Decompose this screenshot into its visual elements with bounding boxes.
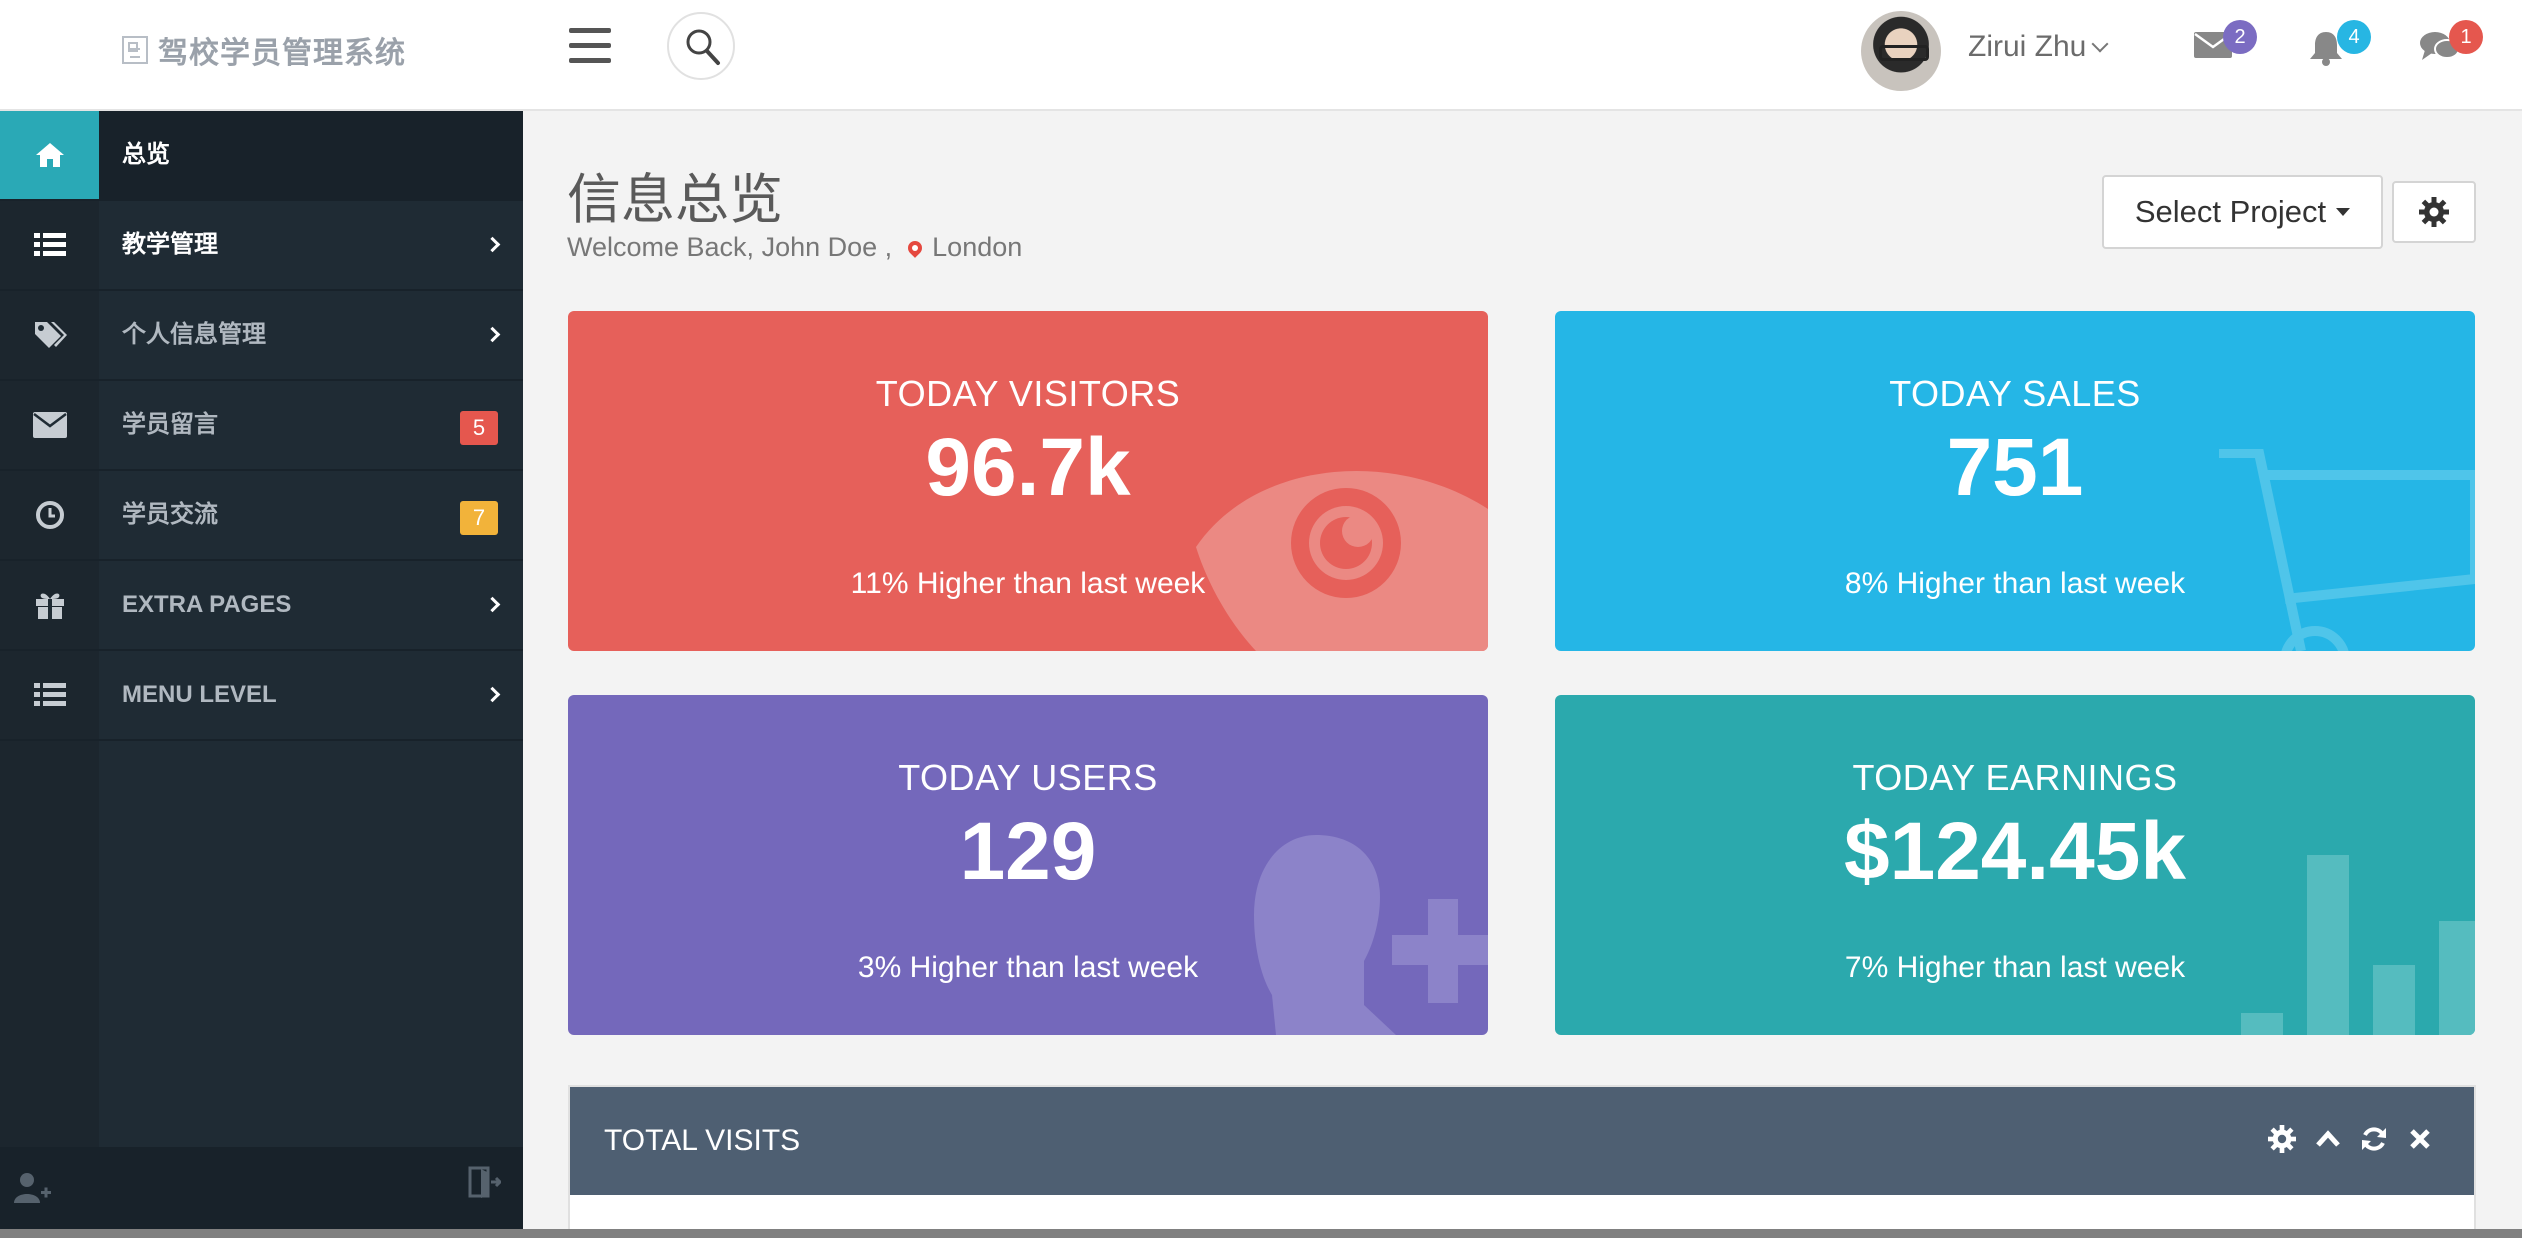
sidebar: 总览 教学管理 个人信息管理 学员留言 5 学员交流 7 EXTRA PAGES — [0, 111, 523, 1229]
messages-button[interactable]: 2 — [2193, 20, 2257, 70]
chat-button[interactable]: 1 — [2419, 20, 2483, 70]
chevron-right-icon — [484, 686, 501, 703]
stat-card-earnings[interactable]: TODAY EARNINGS $124.45k 7% Higher than l… — [1555, 695, 2475, 1035]
stat-trend: 11% Higher than last week — [850, 567, 1206, 600]
list-icon — [33, 683, 66, 706]
select-project-label: Select Project — [2134, 194, 2327, 229]
search-icon — [686, 29, 720, 65]
stat-trend: 3% Higher than last week — [857, 951, 1199, 984]
sidebar-footer — [0, 1147, 523, 1229]
panel-title: TOTAL VISITS — [604, 1124, 801, 1157]
sidebar-item-label: 总览 — [122, 141, 170, 168]
sidebar-item-profile[interactable]: 个人信息管理 — [0, 291, 523, 381]
stat-trend: 8% Higher than last week — [1844, 567, 2186, 600]
location-text: London — [932, 232, 1023, 262]
stat-title: TODAY USERS — [898, 757, 1158, 798]
map-marker-icon — [905, 237, 926, 258]
total-visits-panel: TOTAL VISITS — [568, 1085, 2476, 1238]
horizontal-scrollbar[interactable] — [0, 1229, 2522, 1238]
user-menu[interactable]: Zirui Zhu — [1968, 30, 2109, 64]
gear-icon — [2419, 197, 2449, 227]
search-button[interactable] — [667, 12, 735, 80]
bell-count-badge: 4 — [2337, 20, 2371, 54]
sidebar-item-label: 教学管理 — [122, 231, 218, 258]
chevron-right-icon — [484, 326, 501, 343]
chevron-up-icon[interactable] — [2314, 1125, 2342, 1153]
stat-title: TODAY VISITORS — [875, 373, 1181, 414]
panel-header: TOTAL VISITS — [570, 1087, 2474, 1195]
stat-title: TODAY SALES — [1889, 373, 2141, 414]
unread-count-badge: 5 — [460, 411, 498, 445]
sidebar-item-messages[interactable]: 学员留言 5 — [0, 381, 523, 471]
sidebar-item-label: 学员交流 — [122, 501, 218, 528]
sidebar-item-exchange[interactable]: 学员交流 7 — [0, 471, 523, 561]
chevron-right-icon — [484, 236, 501, 253]
clock-icon — [35, 501, 64, 529]
sidebar-item-label: 个人信息管理 — [122, 321, 266, 348]
add-user-icon[interactable] — [14, 1171, 52, 1205]
stat-value: 129 — [959, 806, 1097, 897]
sidebar-item-label: 学员留言 — [122, 411, 218, 438]
stat-card-visitors[interactable]: TODAY VISITORS 96.7k 11% Higher than las… — [568, 311, 1488, 651]
stat-value: 96.7k — [925, 422, 1131, 513]
avatar[interactable] — [1861, 11, 1941, 91]
refresh-icon[interactable] — [2360, 1125, 2388, 1153]
sidebar-item-extra-pages[interactable]: EXTRA PAGES — [0, 561, 523, 651]
envelope-icon — [32, 412, 67, 438]
page-title: 信息总览 — [567, 170, 783, 230]
settings-button[interactable] — [2392, 181, 2476, 243]
stat-trend: 7% Higher than last week — [1844, 951, 2186, 984]
panel-tools — [2268, 1125, 2434, 1153]
notifications-button[interactable]: 4 — [2307, 20, 2371, 70]
sidebar-item-label: EXTRA PAGES — [122, 591, 292, 618]
brand-title: 驾校学员管理系统 — [158, 37, 406, 70]
select-project-dropdown[interactable]: Select Project — [2102, 175, 2383, 249]
mail-count-badge: 2 — [2223, 20, 2257, 54]
count-badge: 7 — [460, 501, 498, 535]
sidebar-item-teaching[interactable]: 教学管理 — [0, 201, 523, 291]
list-icon — [33, 233, 66, 256]
sidebar-item-menu-level[interactable]: MENU LEVEL — [0, 651, 523, 741]
stat-value: 751 — [1946, 422, 2084, 513]
gift-icon — [35, 593, 64, 619]
logout-icon[interactable] — [467, 1165, 501, 1199]
home-icon — [35, 143, 64, 167]
caret-down-icon — [2336, 208, 2351, 216]
chat-count-badge: 1 — [2449, 20, 2483, 54]
tags-icon — [34, 322, 67, 348]
sidebar-item-label: MENU LEVEL — [122, 681, 277, 708]
stat-title: TODAY EARNINGS — [1852, 757, 2178, 798]
hamburger-icon — [569, 28, 611, 33]
top-header: 驾校学员管理系统 Zirui Zhu 2 4 1 — [0, 0, 2522, 111]
sidebar-item-overview[interactable]: 总览 — [0, 111, 523, 201]
gear-icon[interactable] — [2268, 1125, 2296, 1153]
menu-toggle-button[interactable] — [569, 28, 611, 64]
chevron-down-icon — [2091, 35, 2109, 53]
stat-card-sales[interactable]: TODAY SALES 751 8% Higher than last week — [1555, 311, 2475, 651]
brand[interactable]: 驾校学员管理系统 — [122, 28, 406, 72]
user-name: Zirui Zhu — [1968, 30, 2087, 63]
welcome-line: Welcome Back, John Doe , London — [567, 232, 1022, 263]
stat-card-users[interactable]: TODAY USERS 129 3% Higher than last week — [568, 695, 1488, 1035]
stat-value: $124.45k — [1843, 806, 2186, 897]
chevron-right-icon — [484, 596, 501, 613]
logo-icon — [122, 36, 148, 64]
close-icon[interactable] — [2406, 1125, 2434, 1153]
welcome-text: Welcome Back, John Doe , — [567, 232, 893, 262]
